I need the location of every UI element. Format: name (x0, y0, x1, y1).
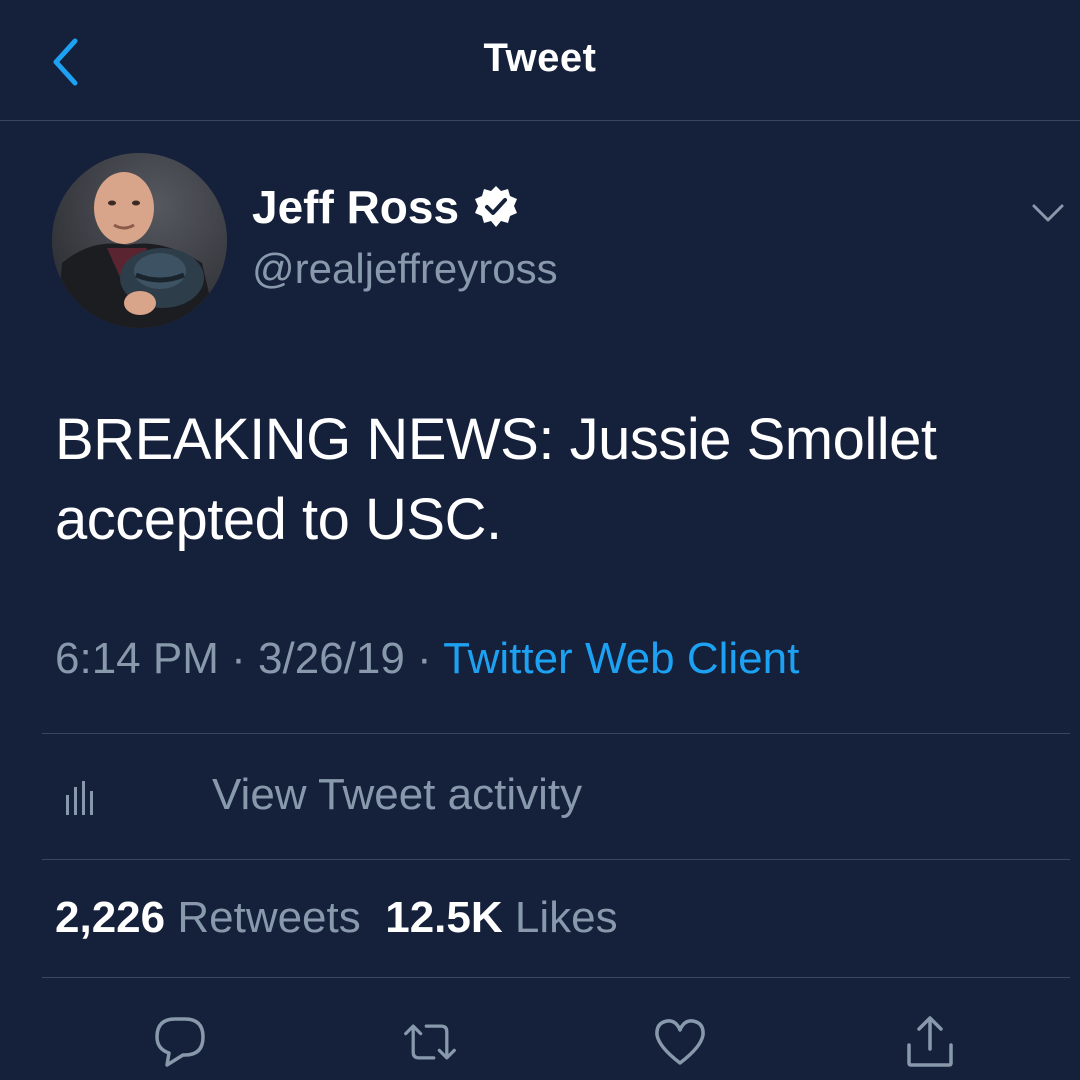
likes-label[interactable]: Likes (515, 893, 618, 942)
meta-separator: · (417, 634, 432, 683)
page-title: Tweet (483, 36, 597, 80)
top-nav-bar: Tweet (0, 0, 1080, 121)
retweet-button[interactable] (402, 1014, 458, 1070)
divider (42, 859, 1070, 860)
heart-icon (655, 1019, 705, 1065)
chevron-down-icon (1032, 204, 1064, 222)
author-name-row[interactable]: Jeff Ross (252, 180, 519, 234)
more-options-button[interactable] (1026, 196, 1070, 232)
tweet-date: 3/26/19 (258, 634, 405, 683)
tweet-time: 6:14 PM (55, 634, 219, 683)
meta-separator: · (231, 634, 246, 683)
retweet-icon (404, 1024, 456, 1060)
reply-button[interactable] (152, 1014, 208, 1070)
divider (42, 977, 1070, 978)
tweet-source-link[interactable]: Twitter Web Client (443, 634, 799, 683)
author-display-name[interactable]: Jeff Ross (252, 180, 459, 234)
likes-count[interactable]: 12.5K (385, 893, 502, 942)
view-tweet-activity-row[interactable]: View Tweet activity (42, 735, 1070, 859)
share-icon (907, 1016, 953, 1067)
like-button[interactable] (652, 1014, 708, 1070)
reply-icon (155, 1017, 205, 1067)
avatar-photo (52, 153, 227, 328)
tweet-text: BREAKING NEWS: Jussie Smollet accepted t… (55, 407, 937, 552)
verified-badge-icon (473, 184, 519, 230)
bar-chart-icon (66, 781, 93, 815)
share-button[interactable] (902, 1014, 958, 1070)
engagement-stats: 2,226 Retweets 12.5K Likes (55, 893, 618, 943)
retweets-label[interactable]: Retweets (177, 893, 360, 942)
view-tweet-activity-label: View Tweet activity (212, 770, 583, 819)
retweets-count[interactable]: 2,226 (55, 893, 165, 942)
tweet-timestamp-row: 6:14 PM · 3/26/19 · Twitter Web Client (55, 634, 799, 684)
author-handle[interactable]: @realjeffreyross (252, 245, 558, 293)
divider (42, 733, 1070, 734)
avatar[interactable] (52, 153, 227, 328)
